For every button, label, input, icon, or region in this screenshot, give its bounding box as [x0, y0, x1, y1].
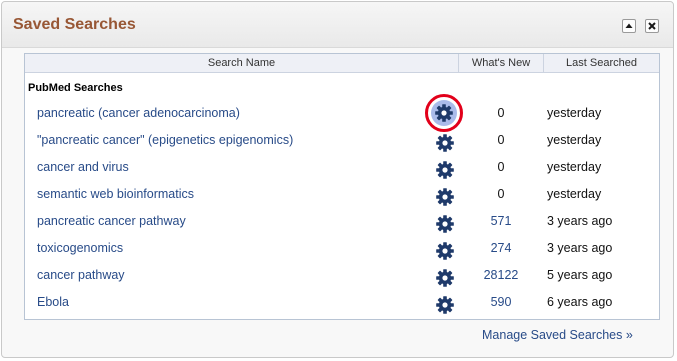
- last-searched: 3 years ago: [547, 241, 613, 255]
- close-button[interactable]: [645, 19, 659, 33]
- search-name-link[interactable]: semantic web bioinformatics: [37, 187, 194, 201]
- last-searched: yesterday: [547, 187, 602, 201]
- whats-new-count: 0: [497, 106, 505, 120]
- table-row: "pancreatic cancer" (epigenetics epigeno…: [25, 128, 659, 155]
- search-name-link[interactable]: cancer pathway: [37, 268, 125, 282]
- search-name-link[interactable]: pancreatic cancer pathway: [37, 214, 186, 228]
- search-settings-button[interactable]: [433, 212, 457, 236]
- whats-new-count: 0: [497, 160, 505, 174]
- table-row: pancreatic (cancer adenocarcinoma) 0 yeste…: [25, 94, 659, 132]
- last-searched: 5 years ago: [547, 268, 613, 282]
- gear-icon: [436, 296, 454, 314]
- gear-icon: [435, 104, 453, 122]
- table-row: toxicogenomics 274 3 years ago: [25, 236, 659, 263]
- table-row: cancer pathway 28122 5 years ago: [25, 263, 659, 290]
- table-row: Ebola 590 6 years ago: [25, 290, 659, 317]
- manage-saved-searches-link[interactable]: Manage Saved Searches »: [482, 328, 633, 342]
- gear-icon: [436, 134, 454, 152]
- whats-new-count[interactable]: 274: [467, 241, 535, 255]
- whats-new-count[interactable]: 571: [467, 214, 535, 228]
- table-row: cancer and virus 0 yesterday: [25, 155, 659, 182]
- search-name-link[interactable]: pancreatic (cancer adenocarcinoma): [37, 106, 240, 120]
- search-settings-button[interactable]: [433, 293, 457, 317]
- saved-searches-panel: Saved Searches Search Name What's New La…: [1, 1, 674, 358]
- collapse-button[interactable]: [622, 19, 636, 33]
- last-searched: 6 years ago: [547, 295, 613, 309]
- search-settings-button[interactable]: [433, 239, 457, 263]
- gear-icon: [436, 215, 454, 233]
- panel-title: Saved Searches: [13, 16, 136, 33]
- table-row: pancreatic cancer pathway 571 3 years ago: [25, 209, 659, 236]
- gear-highlight: [431, 100, 457, 126]
- search-name-link[interactable]: cancer and virus: [37, 160, 129, 174]
- search-name-link[interactable]: Ebola: [37, 295, 69, 309]
- search-settings-button[interactable]: [433, 131, 457, 155]
- whats-new-count[interactable]: 590: [467, 295, 535, 309]
- last-searched: 3 years ago: [547, 214, 613, 228]
- table-row: semantic web bioinformatics 0 yesterday: [25, 182, 659, 209]
- triangle-up-icon: [625, 23, 633, 28]
- close-icon: [648, 22, 656, 30]
- search-settings-button[interactable]: [433, 266, 457, 290]
- gear-icon: [436, 242, 454, 260]
- last-searched: yesterday: [547, 133, 602, 147]
- table-header: Search Name What's New Last Searched: [25, 54, 659, 73]
- whats-new-count: 0: [497, 187, 505, 201]
- column-header-last-searched: Last Searched: [566, 57, 637, 69]
- gear-icon: [436, 161, 454, 179]
- section-title: PubMed Searches: [28, 82, 123, 94]
- search-settings-button[interactable]: [433, 158, 457, 182]
- search-settings-button[interactable]: [433, 185, 457, 209]
- panel-header: Saved Searches: [2, 2, 673, 48]
- column-header-whats-new: What's New: [471, 57, 531, 69]
- gear-icon: [436, 188, 454, 206]
- whats-new-count: 0: [497, 133, 505, 147]
- column-header-search-name: Search Name: [207, 57, 276, 69]
- last-searched: yesterday: [547, 106, 602, 120]
- searches-table: Search Name What's New Last Searched Pub…: [24, 53, 660, 320]
- search-name-link[interactable]: "pancreatic cancer" (epigenetics epigeno…: [37, 133, 293, 147]
- gear-icon: [436, 269, 454, 287]
- whats-new-count[interactable]: 28122: [467, 268, 535, 282]
- search-name-link[interactable]: toxicogenomics: [37, 241, 123, 255]
- last-searched: yesterday: [547, 160, 602, 174]
- search-settings-button[interactable]: [425, 94, 463, 132]
